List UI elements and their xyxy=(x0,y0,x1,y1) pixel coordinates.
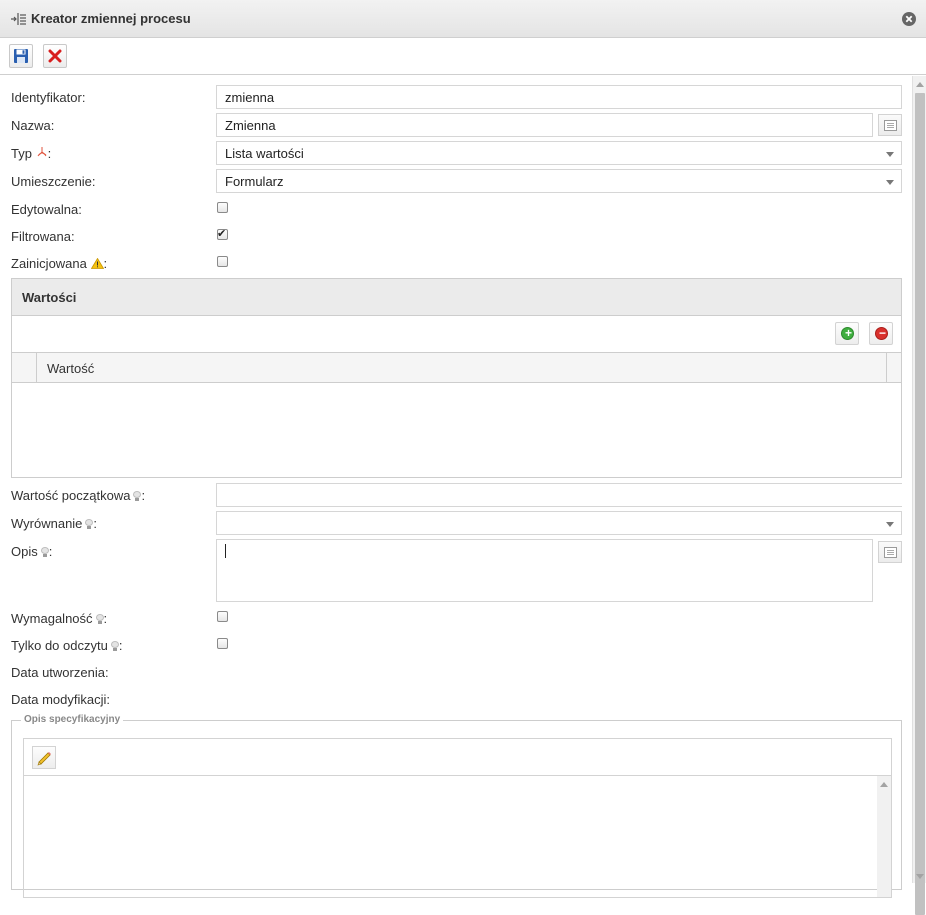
scrollbar-thumb[interactable] xyxy=(915,93,925,915)
pdf-icon xyxy=(37,147,47,157)
text-caret xyxy=(225,544,226,558)
toolbar xyxy=(0,38,926,75)
document-icon xyxy=(884,547,897,558)
required-label: Wymagalność: xyxy=(11,611,107,626)
type-select-value: Lista wartości xyxy=(225,146,304,161)
chevron-down-icon xyxy=(886,152,894,157)
document-icon xyxy=(884,120,897,131)
remove-symbol: − xyxy=(878,326,886,340)
lightbulb-icon xyxy=(40,547,49,557)
scroll-down-icon[interactable] xyxy=(916,874,924,879)
required-label-text: Wymagalność xyxy=(11,611,93,626)
description-translation-button[interactable] xyxy=(878,541,902,563)
initial-value-label-colon: : xyxy=(141,488,146,503)
lightbulb-icon xyxy=(110,641,119,651)
modified-date-label: Data modyfikacji: xyxy=(11,692,110,707)
created-date-label: Data utworzenia: xyxy=(11,665,109,680)
placement-select[interactable]: Formularz xyxy=(216,169,902,193)
required-label-colon: : xyxy=(103,611,108,626)
pencil-icon xyxy=(37,752,51,766)
type-label-colon: : xyxy=(47,146,52,161)
scroll-up-icon[interactable] xyxy=(880,782,888,787)
cancel-button[interactable] xyxy=(43,44,67,68)
readonly-checkbox[interactable] xyxy=(217,638,228,649)
checkmark-icon: ✔ xyxy=(217,228,227,240)
remove-value-button[interactable]: − xyxy=(869,322,893,345)
spec-description-editor[interactable] xyxy=(23,738,892,898)
row-selector-column[interactable] xyxy=(12,353,37,382)
window-title: Kreator zmiennej procesu xyxy=(31,11,191,26)
add-circle-icon: + xyxy=(841,326,854,340)
type-label-text: Typ xyxy=(11,146,32,161)
name-translation-button[interactable] xyxy=(878,114,902,136)
spec-description-fieldset: Opis specyfikacyjny xyxy=(11,714,902,898)
chevron-down-icon xyxy=(886,180,894,185)
description-label-text: Opis xyxy=(11,544,38,559)
lightbulb-icon xyxy=(133,491,142,501)
warning-icon xyxy=(90,257,104,269)
initial-value-input[interactable] xyxy=(216,483,902,507)
lightbulb-icon xyxy=(95,614,104,624)
initial-value-label: Wartość początkowa: xyxy=(11,488,145,503)
column-divider xyxy=(886,353,887,382)
values-table-header: Wartość xyxy=(12,352,901,383)
spec-description-legend: Opis specyfikacyjny xyxy=(21,714,124,725)
initiated-label: Zainicjowana : xyxy=(11,256,107,271)
variable-wizard-icon xyxy=(11,13,26,25)
scroll-up-icon[interactable] xyxy=(916,82,924,87)
values-panel-header: Wartości xyxy=(12,279,901,316)
values-panel: Wartości + − Wartość xyxy=(11,278,902,478)
identifier-label: Identyfikator: xyxy=(11,90,86,105)
close-icon[interactable] xyxy=(902,12,916,26)
alignment-label: Wyrównanie: xyxy=(11,516,97,531)
save-button[interactable] xyxy=(9,44,33,68)
placement-label: Umieszczenie: xyxy=(11,174,96,189)
alignment-select[interactable] xyxy=(216,511,902,535)
lightbulb-icon xyxy=(85,519,94,529)
description-label-colon: : xyxy=(48,544,53,559)
column-header-value[interactable]: Wartość xyxy=(47,361,94,376)
editable-label: Edytowalna: xyxy=(11,202,82,217)
placement-select-value: Formularz xyxy=(225,174,284,189)
initiated-label-colon: : xyxy=(103,256,108,271)
description-label: Opis: xyxy=(11,544,52,559)
editor-toolbar xyxy=(24,739,891,776)
values-panel-title: Wartości xyxy=(22,290,77,305)
editable-checkbox[interactable] xyxy=(217,202,228,213)
name-label: Nazwa: xyxy=(11,118,55,133)
description-textarea[interactable] xyxy=(216,539,873,602)
identifier-input[interactable]: zmienna xyxy=(216,85,902,109)
alignment-label-colon: : xyxy=(93,516,98,531)
initial-value-label-text: Wartość początkowa xyxy=(11,488,131,503)
chevron-down-icon xyxy=(886,522,894,527)
initiated-checkbox[interactable] xyxy=(217,256,228,267)
initiated-label-text: Zainicjowana xyxy=(11,256,87,271)
alignment-label-text: Wyrównanie xyxy=(11,516,83,531)
readonly-label: Tylko do odczytu: xyxy=(11,638,122,653)
editor-scrollbar[interactable] xyxy=(877,776,891,897)
edit-button[interactable] xyxy=(32,746,56,769)
add-symbol: + xyxy=(844,326,852,340)
type-label: Typ : xyxy=(11,146,51,161)
name-input[interactable]: Zmienna xyxy=(216,113,873,137)
readonly-label-colon: : xyxy=(118,638,123,653)
type-select[interactable]: Lista wartości xyxy=(216,141,902,165)
remove-circle-icon: − xyxy=(875,326,888,340)
delete-x-icon xyxy=(48,49,62,63)
required-checkbox[interactable] xyxy=(217,611,228,622)
main-scrollbar[interactable] xyxy=(912,76,926,915)
add-value-button[interactable]: + xyxy=(835,322,859,345)
filtered-label: Filtrowana: xyxy=(11,229,75,244)
filtered-checkbox[interactable]: ✔ xyxy=(217,228,228,240)
window-titlebar: Kreator zmiennej procesu xyxy=(0,0,926,38)
save-icon xyxy=(14,49,28,63)
readonly-label-text: Tylko do odczytu xyxy=(11,638,108,653)
